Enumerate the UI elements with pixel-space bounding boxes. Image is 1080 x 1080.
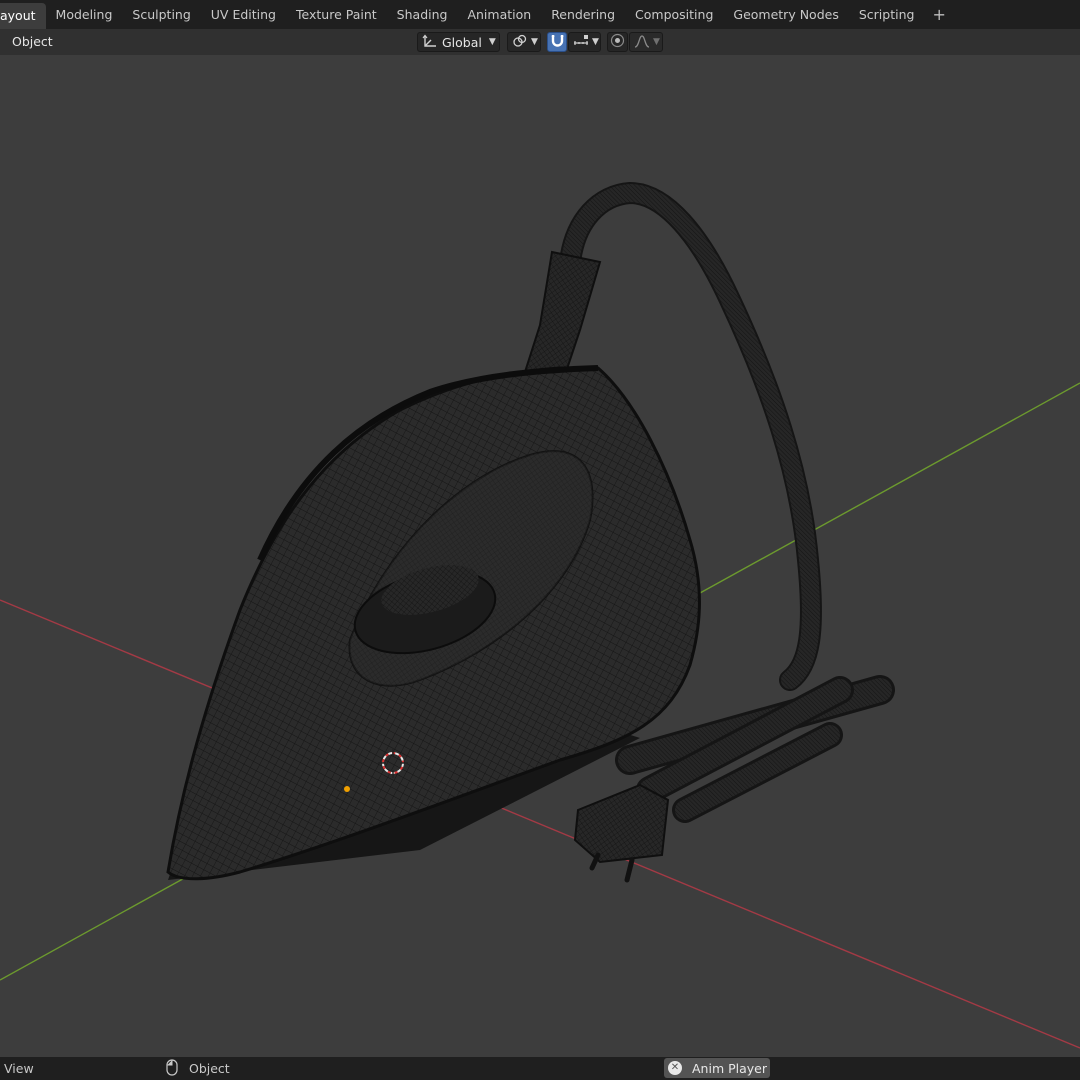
- link-circles-icon: [512, 34, 528, 51]
- add-workspace-button[interactable]: +: [924, 3, 953, 26]
- chevron-down-icon: ▼: [653, 37, 660, 47]
- snap-toggle[interactable]: [547, 32, 567, 52]
- tab-sculpting[interactable]: Sculpting: [122, 3, 200, 26]
- cord-strain-relief: [523, 250, 602, 377]
- anim-player-button[interactable]: ✕ Anim Player: [664, 1058, 770, 1078]
- magnet-icon: [550, 33, 565, 51]
- power-plug: [573, 783, 670, 883]
- tab-modeling[interactable]: Modeling: [46, 3, 123, 26]
- tab-compositing[interactable]: Compositing: [625, 3, 723, 26]
- status-object-label: Object: [189, 1061, 230, 1076]
- coiled-cord: [615, 675, 895, 823]
- status-view-label: View: [4, 1061, 34, 1076]
- chevron-down-icon: ▼: [592, 37, 599, 47]
- pivot-point-dropdown[interactable]: ▼: [507, 32, 541, 52]
- proportional-edit-icon: [610, 33, 625, 51]
- orientation-axes-icon: [422, 34, 438, 51]
- viewport-header: Object Global ▼ ▼ ▼ ▼: [0, 29, 1080, 55]
- transform-orientation-dropdown[interactable]: Global ▼: [417, 32, 500, 52]
- tab-animation[interactable]: Animation: [457, 3, 541, 26]
- tab-texture-paint[interactable]: Texture Paint: [286, 3, 387, 26]
- 3d-viewport[interactable]: [0, 55, 1080, 1057]
- close-icon[interactable]: ✕: [668, 1061, 682, 1075]
- object-menu[interactable]: Object: [12, 34, 53, 49]
- snap-increment-icon: [573, 34, 589, 51]
- tab-layout[interactable]: ayout: [0, 3, 46, 29]
- tab-shading[interactable]: Shading: [387, 3, 458, 26]
- status-bar: View Object ✕ Anim Player: [0, 1057, 1080, 1080]
- snap-target-dropdown[interactable]: ▼: [568, 32, 601, 52]
- anim-player-label: Anim Player: [692, 1060, 767, 1076]
- mouse-icon: [166, 1059, 178, 1079]
- object-origin-dot: [344, 786, 350, 792]
- chevron-down-icon: ▼: [531, 37, 538, 47]
- tab-uv-editing[interactable]: UV Editing: [201, 3, 286, 26]
- viewport-scene: [0, 181, 1080, 1049]
- tab-geometry-nodes[interactable]: Geometry Nodes: [723, 3, 848, 26]
- falloff-curve-icon: [634, 34, 650, 51]
- tab-rendering[interactable]: Rendering: [541, 3, 625, 26]
- tab-scripting[interactable]: Scripting: [849, 3, 925, 26]
- orientation-label: Global: [442, 34, 482, 50]
- chevron-down-icon: ▼: [488, 37, 496, 47]
- workspace-tabs-bar: ayout Modeling Sculpting UV Editing Text…: [0, 0, 1080, 29]
- falloff-dropdown[interactable]: ▼: [629, 32, 663, 52]
- proportional-edit-toggle[interactable]: [607, 32, 628, 52]
